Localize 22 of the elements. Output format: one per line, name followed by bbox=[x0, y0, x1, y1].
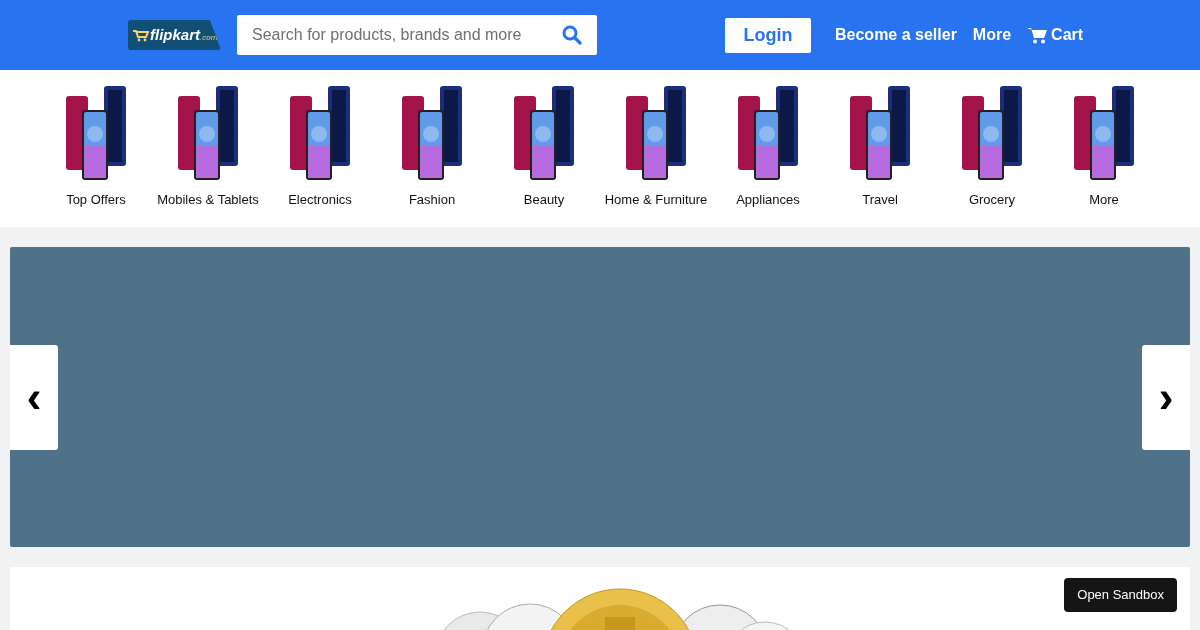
nav-link[interactable]: More bbox=[972, 23, 1012, 47]
next-button[interactable]: › bbox=[1142, 344, 1190, 450]
category-link[interactable]: Home & Furniture bbox=[604, 190, 708, 210]
search-icon[interactable] bbox=[562, 25, 582, 45]
open-sandbox-button[interactable]: Open Sandbox bbox=[1064, 578, 1177, 612]
cart-link[interactable]: Cart bbox=[1027, 23, 1084, 47]
category-link[interactable]: Fashion bbox=[408, 190, 456, 210]
logo[interactable]: flipkart.com bbox=[128, 20, 221, 50]
category-link[interactable]: Beauty bbox=[523, 190, 565, 210]
category-link[interactable]: Travel bbox=[862, 190, 898, 210]
search-field[interactable]: Search for products, brands and more bbox=[237, 15, 597, 55]
category-link[interactable]: More bbox=[1089, 190, 1119, 210]
category-link[interactable]: Electronics bbox=[288, 190, 352, 210]
nav-link[interactable]: Become a seller bbox=[835, 23, 957, 47]
category-link[interactable]: Grocery bbox=[968, 190, 1016, 210]
category-link[interactable]: Top Offers bbox=[66, 190, 126, 210]
previous-button[interactable]: ‹ bbox=[10, 344, 58, 450]
cart-icon bbox=[133, 30, 149, 42]
cart-icon bbox=[1027, 26, 1048, 44]
category-link[interactable]: Mobiles & Tablets bbox=[157, 190, 259, 210]
category-link[interactable]: Appliances bbox=[736, 190, 800, 210]
login-button[interactable]: Login bbox=[725, 17, 811, 53]
